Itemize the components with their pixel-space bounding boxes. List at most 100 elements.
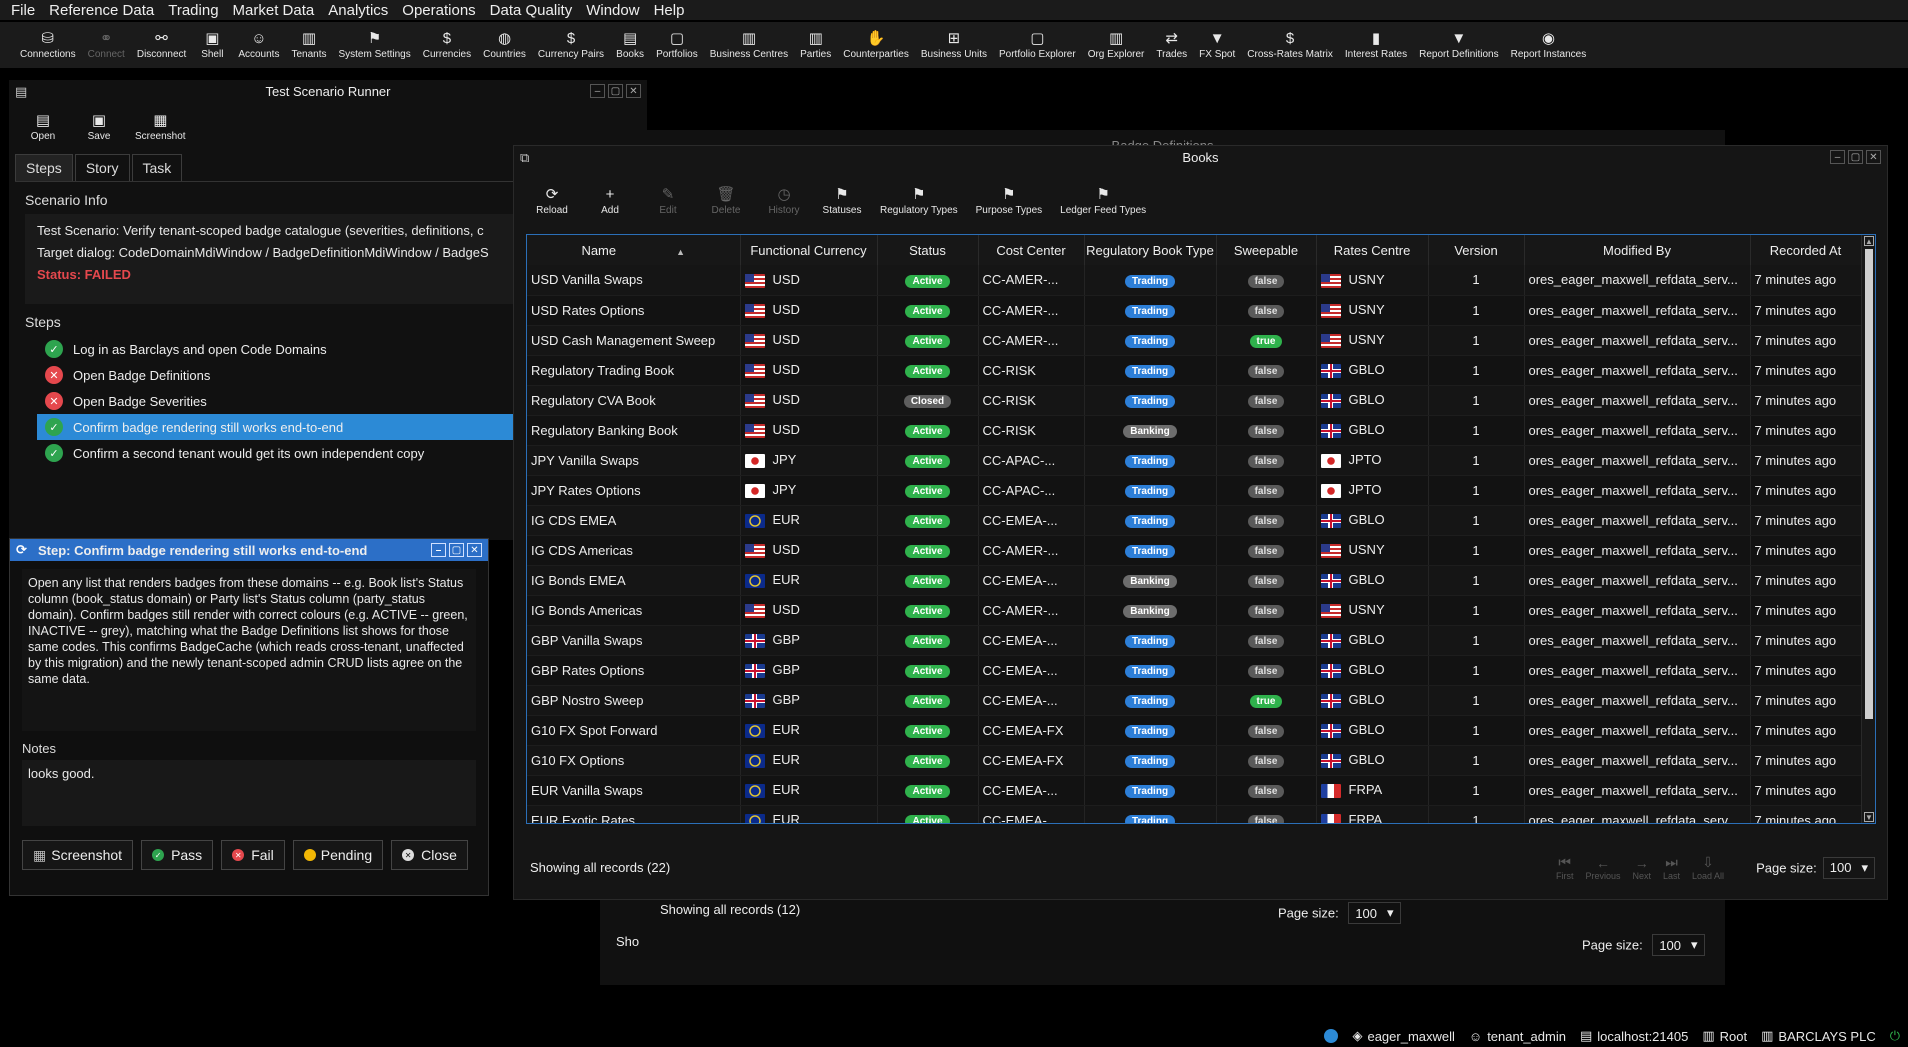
trades-button[interactable]: ⇄ Trades xyxy=(1150,22,1193,60)
reload-button[interactable]: ⟳ Reload xyxy=(532,176,572,216)
minimize-button[interactable]: – xyxy=(590,84,605,98)
connections-button[interactable]: ⛁ Connections xyxy=(14,22,82,60)
portfolio-explorer-button[interactable]: ▢ Portfolio Explorer xyxy=(993,22,1082,60)
countries-button[interactable]: ◍ Countries xyxy=(477,22,532,60)
report-definitions-button[interactable]: ▼ Report Definitions xyxy=(1413,22,1504,61)
column-header-recorded-at[interactable]: Recorded At xyxy=(1750,235,1862,265)
parties-button[interactable]: ▥ Parties xyxy=(794,22,837,60)
edit-button[interactable]: ✎ Edit xyxy=(648,176,688,216)
business-units-button[interactable]: ⊞ Business Units xyxy=(915,22,993,60)
maximize-button[interactable]: ▢ xyxy=(1848,150,1863,164)
vertical-scrollbar[interactable]: ▲ ▼ xyxy=(1861,235,1875,823)
page-size-select[interactable]: 100 ▾ xyxy=(1822,856,1875,879)
table-row[interactable]: USD Vanilla Swaps USD Active CC-AMER-... Tra… xyxy=(527,265,1862,296)
table-row[interactable]: GBP Nostro Sweep GBP Active CC-EMEA-... Trad… xyxy=(527,685,1862,716)
first-page-button[interactable]: ⏮ First xyxy=(1556,854,1574,881)
tab-steps[interactable]: Steps xyxy=(15,154,73,181)
cross-rates-matrix-button[interactable]: $ Cross-Rates Matrix xyxy=(1241,22,1339,61)
menu-help[interactable]: Help xyxy=(647,2,692,19)
screenshot-button[interactable]: ▦ Screenshot xyxy=(135,110,186,142)
connect-button[interactable]: ⚭ Connect xyxy=(82,22,131,60)
close-button[interactable]: ✕ xyxy=(467,543,482,557)
page-size-select[interactable]: 100 ▾ xyxy=(1348,902,1401,924)
maximize-button[interactable]: ▢ xyxy=(449,543,464,557)
shell-button[interactable]: ▣ Shell xyxy=(192,22,232,60)
ledger-feed-types-button[interactable]: ⚑ Ledger Feed Types xyxy=(1060,176,1146,216)
column-header-cost-center[interactable]: Cost Center xyxy=(978,235,1085,265)
scroll-down-icon[interactable]: ▼ xyxy=(1864,812,1874,822)
table-row[interactable]: USD Rates Options USD Active CC-AMER-... Tra… xyxy=(527,295,1862,326)
previous-page-button[interactable]: ← Previous xyxy=(1585,855,1620,881)
menu-operations[interactable]: Operations xyxy=(395,2,482,19)
pending-button[interactable]: Pending xyxy=(292,840,384,870)
system-settings-button[interactable]: ⚑ System Settings xyxy=(332,22,416,60)
open-button[interactable]: ▤ Open xyxy=(23,110,63,142)
org-explorer-button[interactable]: ▥ Org Explorer xyxy=(1082,22,1151,60)
column-header-modified-by[interactable]: Modified By xyxy=(1524,235,1751,265)
table-row[interactable]: GBP Vanilla Swaps GBP Active CC-EMEA-... Tra… xyxy=(527,625,1862,656)
notes-field[interactable]: looks good. xyxy=(22,760,476,826)
table-row[interactable]: GBP Rates Options GBP Active CC-EMEA-... Tra… xyxy=(527,655,1862,686)
column-header-name[interactable]: Name ▲ xyxy=(527,235,741,265)
column-header-rates-centre[interactable]: Rates Centre xyxy=(1316,235,1429,265)
disconnect-button[interactable]: ⚯ Disconnect xyxy=(131,22,192,60)
report-instances-button[interactable]: ◉ Report Instances xyxy=(1505,22,1593,60)
regulatory-types-button[interactable]: ⚑ Regulatory Types xyxy=(880,176,958,216)
currency-pairs-button[interactable]: $ Currency Pairs xyxy=(532,22,610,61)
minimize-button[interactable]: – xyxy=(431,543,446,557)
fail-button[interactable]: ✕ Fail xyxy=(221,840,285,870)
menu-file[interactable]: File xyxy=(4,2,42,19)
books-button[interactable]: ▤ Books xyxy=(610,22,650,60)
fx-spot-button[interactable]: ▼ FX Spot xyxy=(1193,22,1241,61)
table-row[interactable]: IG CDS EMEA EUR Active CC-EMEA-... Trading fa… xyxy=(527,505,1862,536)
interest-rates-button[interactable]: ▮ Interest Rates xyxy=(1339,22,1413,60)
page-size-select[interactable]: 100 ▾ xyxy=(1652,934,1705,956)
currencies-button[interactable]: $ Currencies xyxy=(417,22,477,61)
scroll-up-icon[interactable]: ▲ xyxy=(1864,236,1874,246)
last-page-button[interactable]: ⏭ Last xyxy=(1663,854,1680,881)
close-dialog-button[interactable]: ✕ Close xyxy=(391,840,468,870)
add-button[interactable]: + Add xyxy=(590,176,630,217)
table-row[interactable]: EUR Vanilla Swaps EUR Active CC-EMEA-... Tra… xyxy=(527,775,1862,806)
table-row[interactable]: IG CDS Americas USD Active CC-AMER-... Tradi… xyxy=(527,535,1862,566)
history-button[interactable]: ◷ History xyxy=(764,176,804,216)
load-all-page-button[interactable]: ⇩ Load All xyxy=(1692,854,1724,881)
screenshot-button[interactable]: ▦ Screenshot xyxy=(22,840,134,870)
table-row[interactable]: JPY Rates Options JPY Active CC-APAC-... Tra… xyxy=(527,475,1862,506)
accounts-button[interactable]: ☺ Accounts xyxy=(232,22,285,61)
menu-analytics[interactable]: Analytics xyxy=(321,2,395,19)
delete-button[interactable]: 🗑 Delete xyxy=(706,176,746,216)
column-header-sweepable[interactable]: Sweepable xyxy=(1216,235,1317,265)
column-header-regulatory-book-type[interactable]: Regulatory Book Type xyxy=(1084,235,1217,265)
column-header-functional-currency[interactable]: Functional Currency xyxy=(740,235,878,265)
table-row[interactable]: Regulatory Banking Book USD Active CC-RISK B… xyxy=(527,415,1862,446)
menu-data-quality[interactable]: Data Quality xyxy=(483,2,580,19)
tab-task[interactable]: Task xyxy=(131,154,183,181)
menu-market-data[interactable]: Market Data xyxy=(226,2,322,19)
minimize-button[interactable]: – xyxy=(1830,150,1845,164)
business-centres-button[interactable]: ▥ Business Centres xyxy=(704,22,794,60)
table-row[interactable]: IG Bonds EMEA EUR Active CC-EMEA-... Banking… xyxy=(527,565,1862,596)
save-button[interactable]: ▣ Save xyxy=(79,110,119,142)
maximize-button[interactable]: ▢ xyxy=(608,84,623,98)
menu-trading[interactable]: Trading xyxy=(161,2,225,19)
next-page-button[interactable]: → Next xyxy=(1633,855,1652,881)
scrollbar-thumb[interactable] xyxy=(1865,249,1873,719)
menu-window[interactable]: Window xyxy=(579,2,646,19)
table-row[interactable]: IG Bonds Americas USD Active CC-AMER-... Ban… xyxy=(527,595,1862,626)
column-header-version[interactable]: Version xyxy=(1428,235,1525,265)
close-button[interactable]: ✕ xyxy=(626,84,641,98)
table-row[interactable]: EUR Exotic Rates EUR Active CC-EMEA-... Trad… xyxy=(527,805,1862,823)
table-row[interactable]: Regulatory Trading Book USD Active CC-RISK T… xyxy=(527,355,1862,386)
counterparties-button[interactable]: ✋ Counterparties xyxy=(837,22,915,60)
table-row[interactable]: JPY Vanilla Swaps JPY Active CC-APAC-... Tra… xyxy=(527,445,1862,476)
close-button[interactable]: ✕ xyxy=(1866,150,1881,164)
statuses-button[interactable]: ⚑ Statuses xyxy=(822,176,862,216)
purpose-types-button[interactable]: ⚑ Purpose Types xyxy=(976,176,1043,216)
pass-button[interactable]: ✓ Pass xyxy=(141,840,214,870)
portfolios-button[interactable]: ▢ Portfolios xyxy=(650,22,704,60)
tenants-button[interactable]: ▥ Tenants xyxy=(285,22,332,60)
table-row[interactable]: USD Cash Management Sweep USD Active CC-AME… xyxy=(527,325,1862,356)
table-row[interactable]: Regulatory CVA Book USD Closed CC-RISK Tradi… xyxy=(527,385,1862,416)
menu-reference-data[interactable]: Reference Data xyxy=(42,2,161,19)
